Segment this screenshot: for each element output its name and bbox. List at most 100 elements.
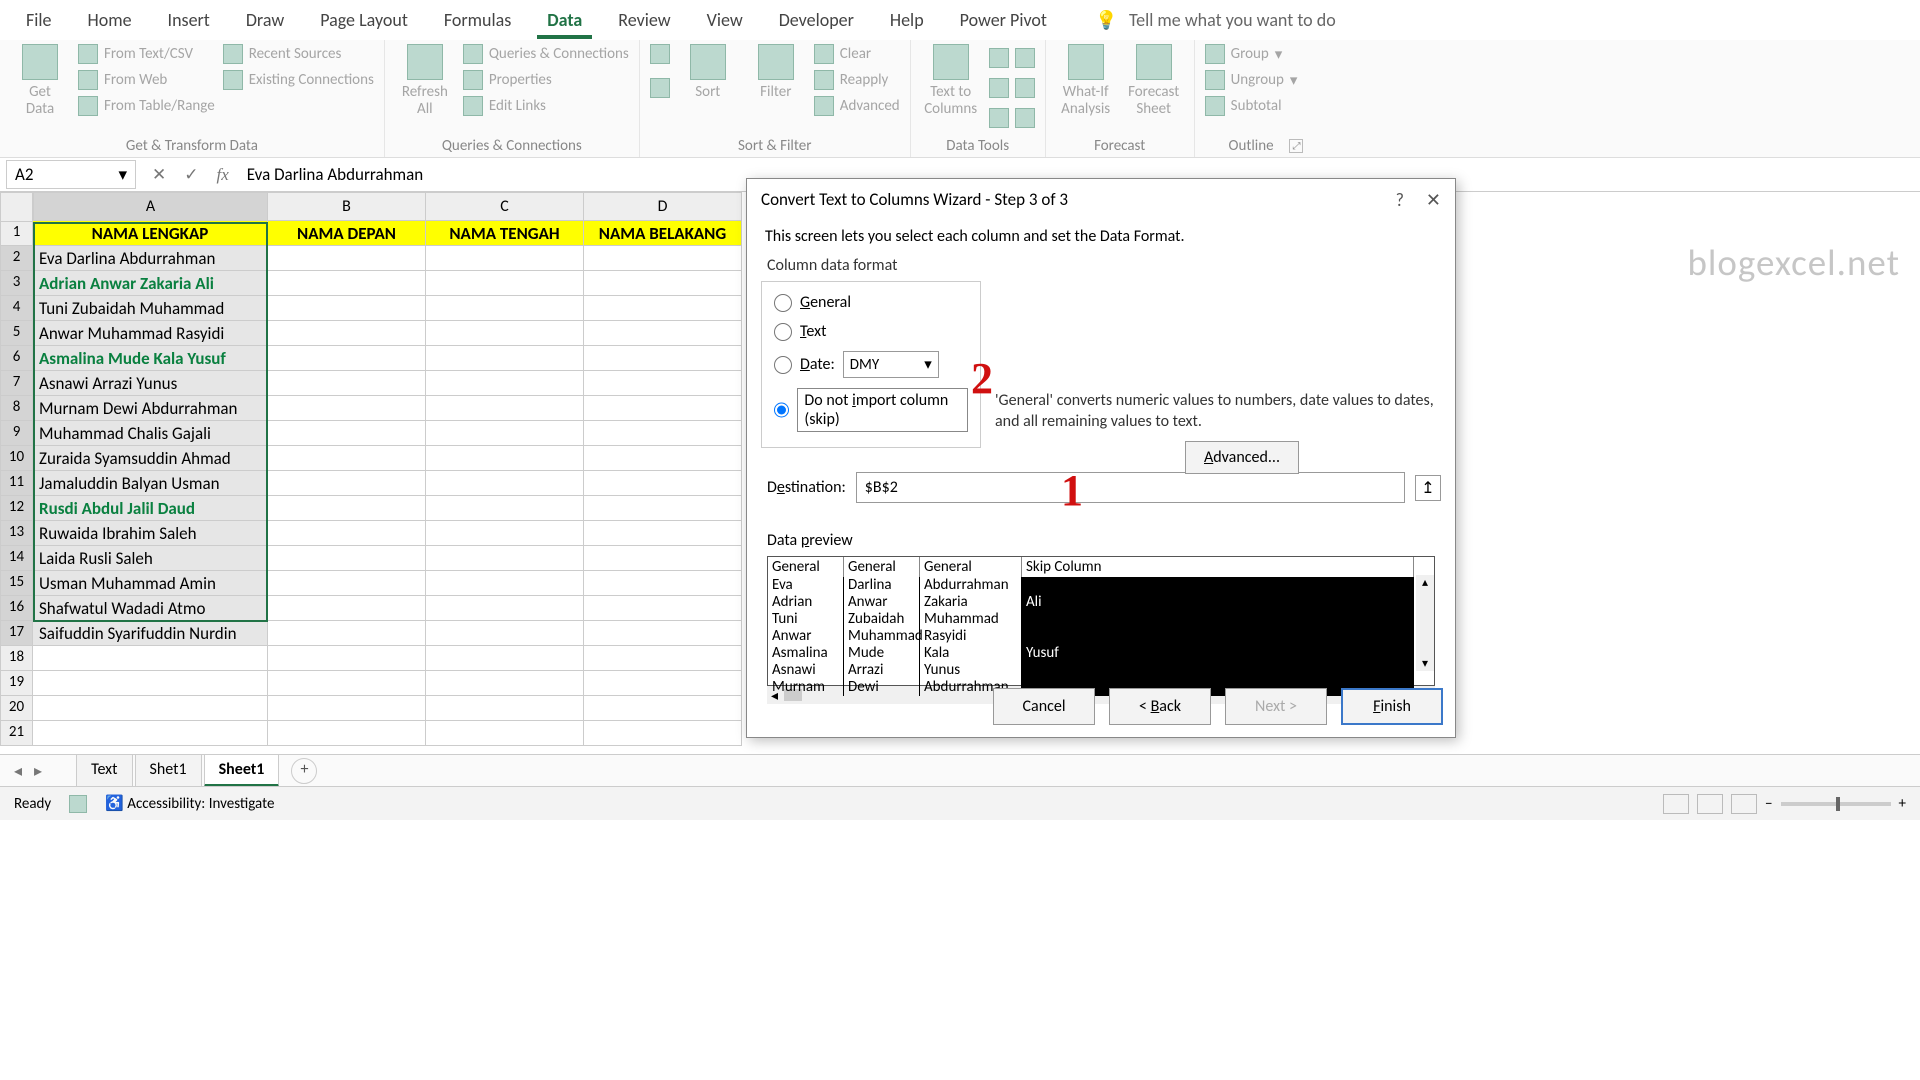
cell[interactable] xyxy=(268,596,426,621)
header-cell[interactable]: NAMA DEPAN xyxy=(268,221,426,246)
from-text-csv-button[interactable]: From Text/CSV xyxy=(78,44,215,64)
cell[interactable]: Asmalina Mude Kala Yusuf xyxy=(33,346,268,371)
cell[interactable] xyxy=(584,621,742,646)
row-header[interactable]: 17 xyxy=(0,621,33,646)
reapply-button[interactable]: Reapply xyxy=(814,70,900,90)
relationships-icon[interactable] xyxy=(1015,78,1035,98)
cell[interactable] xyxy=(426,546,584,571)
cell[interactable] xyxy=(426,646,584,671)
radio-text[interactable]: Text xyxy=(772,317,970,346)
row-header[interactable]: 2 xyxy=(0,246,33,271)
advanced-filter-button[interactable]: Advanced xyxy=(814,96,900,116)
tab-formulas[interactable]: Formulas xyxy=(426,1,529,39)
edit-links-button[interactable]: Edit Links xyxy=(463,96,629,116)
header-cell[interactable]: NAMA TENGAH xyxy=(426,221,584,246)
finish-button[interactable]: Finish xyxy=(1341,688,1443,725)
macro-record-icon[interactable] xyxy=(69,795,87,813)
cell[interactable] xyxy=(584,471,742,496)
cell[interactable] xyxy=(268,446,426,471)
row-header[interactable]: 16 xyxy=(0,596,33,621)
cell[interactable] xyxy=(584,396,742,421)
refresh-all-button[interactable]: Refresh All xyxy=(395,44,455,117)
cell[interactable] xyxy=(584,271,742,296)
subtotal-button[interactable]: Subtotal xyxy=(1205,96,1298,116)
preview-column-header[interactable]: Skip Column xyxy=(1022,557,1414,577)
cell[interactable] xyxy=(268,321,426,346)
cell[interactable]: Usman Muhammad Amin xyxy=(33,571,268,596)
cell[interactable] xyxy=(584,446,742,471)
cell[interactable]: Saifuddin Syarifuddin Nurdin xyxy=(33,621,268,646)
cell[interactable] xyxy=(268,571,426,596)
row-header[interactable]: 7 xyxy=(0,371,33,396)
cell[interactable] xyxy=(426,446,584,471)
cell[interactable] xyxy=(268,696,426,721)
cell[interactable] xyxy=(268,371,426,396)
cell[interactable] xyxy=(426,721,584,746)
date-format-select[interactable]: DMY▾ xyxy=(843,351,939,378)
cell[interactable]: Murnam Dewi Abdurrahman xyxy=(33,396,268,421)
clear-button[interactable]: Clear xyxy=(814,44,900,64)
tab-draw[interactable]: Draw xyxy=(228,1,302,39)
row-header[interactable]: 11 xyxy=(0,471,33,496)
cell[interactable] xyxy=(426,696,584,721)
radio-skip[interactable]: Do not import column (skip) xyxy=(772,383,970,437)
cell[interactable] xyxy=(426,346,584,371)
row-header[interactable]: 8 xyxy=(0,396,33,421)
cell[interactable]: Anwar Muhammad Rasyidi xyxy=(33,321,268,346)
cell[interactable]: Zuraida Syamsuddin Ahmad xyxy=(33,446,268,471)
tab-file[interactable]: File xyxy=(8,1,70,39)
name-box[interactable]: A2▾ xyxy=(6,160,136,189)
cell[interactable] xyxy=(268,246,426,271)
close-icon[interactable]: ✕ xyxy=(1426,189,1441,211)
row-header[interactable]: 13 xyxy=(0,521,33,546)
manage-model-icon[interactable] xyxy=(1015,108,1035,128)
cell[interactable] xyxy=(584,371,742,396)
cell[interactable] xyxy=(584,721,742,746)
row-header[interactable]: 3 xyxy=(0,271,33,296)
view-normal-icon[interactable] xyxy=(1663,794,1689,814)
whatif-button[interactable]: What-If Analysis xyxy=(1056,44,1116,117)
tab-help[interactable]: Help xyxy=(872,1,942,39)
cell[interactable]: Asnawi Arrazi Yunus xyxy=(33,371,268,396)
from-web-button[interactable]: From Web xyxy=(78,70,215,90)
row-header[interactable]: 10 xyxy=(0,446,33,471)
cell[interactable] xyxy=(426,246,584,271)
get-data-button[interactable]: Get Data xyxy=(10,44,70,117)
cell[interactable] xyxy=(584,546,742,571)
preview-column-header[interactable]: General xyxy=(844,557,920,577)
row-header[interactable]: 4 xyxy=(0,296,33,321)
cell[interactable]: Shafwatul Wadadi Atmo xyxy=(33,596,268,621)
radio-general[interactable]: General xyxy=(772,288,970,317)
cell[interactable] xyxy=(584,646,742,671)
sort-asc-button[interactable] xyxy=(650,44,670,64)
cell[interactable] xyxy=(426,621,584,646)
back-button[interactable]: < Back xyxy=(1109,688,1211,725)
cell[interactable]: Muhammad Chalis Gajali xyxy=(33,421,268,446)
cell[interactable] xyxy=(268,296,426,321)
cell[interactable] xyxy=(426,296,584,321)
cell[interactable] xyxy=(584,671,742,696)
text-to-columns-button[interactable]: Text to Columns xyxy=(921,44,981,117)
remove-duplicates-icon[interactable] xyxy=(989,78,1009,98)
cell[interactable] xyxy=(584,696,742,721)
cell[interactable] xyxy=(426,421,584,446)
cell[interactable]: Rusdi Abdul Jalil Daud xyxy=(33,496,268,521)
cell[interactable] xyxy=(268,471,426,496)
cell[interactable] xyxy=(584,246,742,271)
row-header[interactable]: 1 xyxy=(0,221,33,246)
filter-button[interactable]: Filter xyxy=(746,44,806,101)
cell[interactable] xyxy=(426,671,584,696)
next-sheet-icon[interactable]: ▸ xyxy=(34,761,42,781)
sort-desc-button[interactable] xyxy=(650,78,670,98)
preview-column[interactable]: EvaAdrianTuniAnwarAsmalinaAsnawiMurnam xyxy=(768,577,844,696)
row-header[interactable]: 21 xyxy=(0,721,33,746)
cell[interactable] xyxy=(584,321,742,346)
column-header-B[interactable]: B xyxy=(268,192,426,221)
zoom-out-icon[interactable]: − xyxy=(1765,795,1772,813)
tab-view[interactable]: View xyxy=(689,1,761,39)
cell[interactable] xyxy=(584,346,742,371)
cell[interactable] xyxy=(33,671,268,696)
cell[interactable] xyxy=(268,546,426,571)
row-header[interactable]: 5 xyxy=(0,321,33,346)
from-table-button[interactable]: From Table/Range xyxy=(78,96,215,116)
